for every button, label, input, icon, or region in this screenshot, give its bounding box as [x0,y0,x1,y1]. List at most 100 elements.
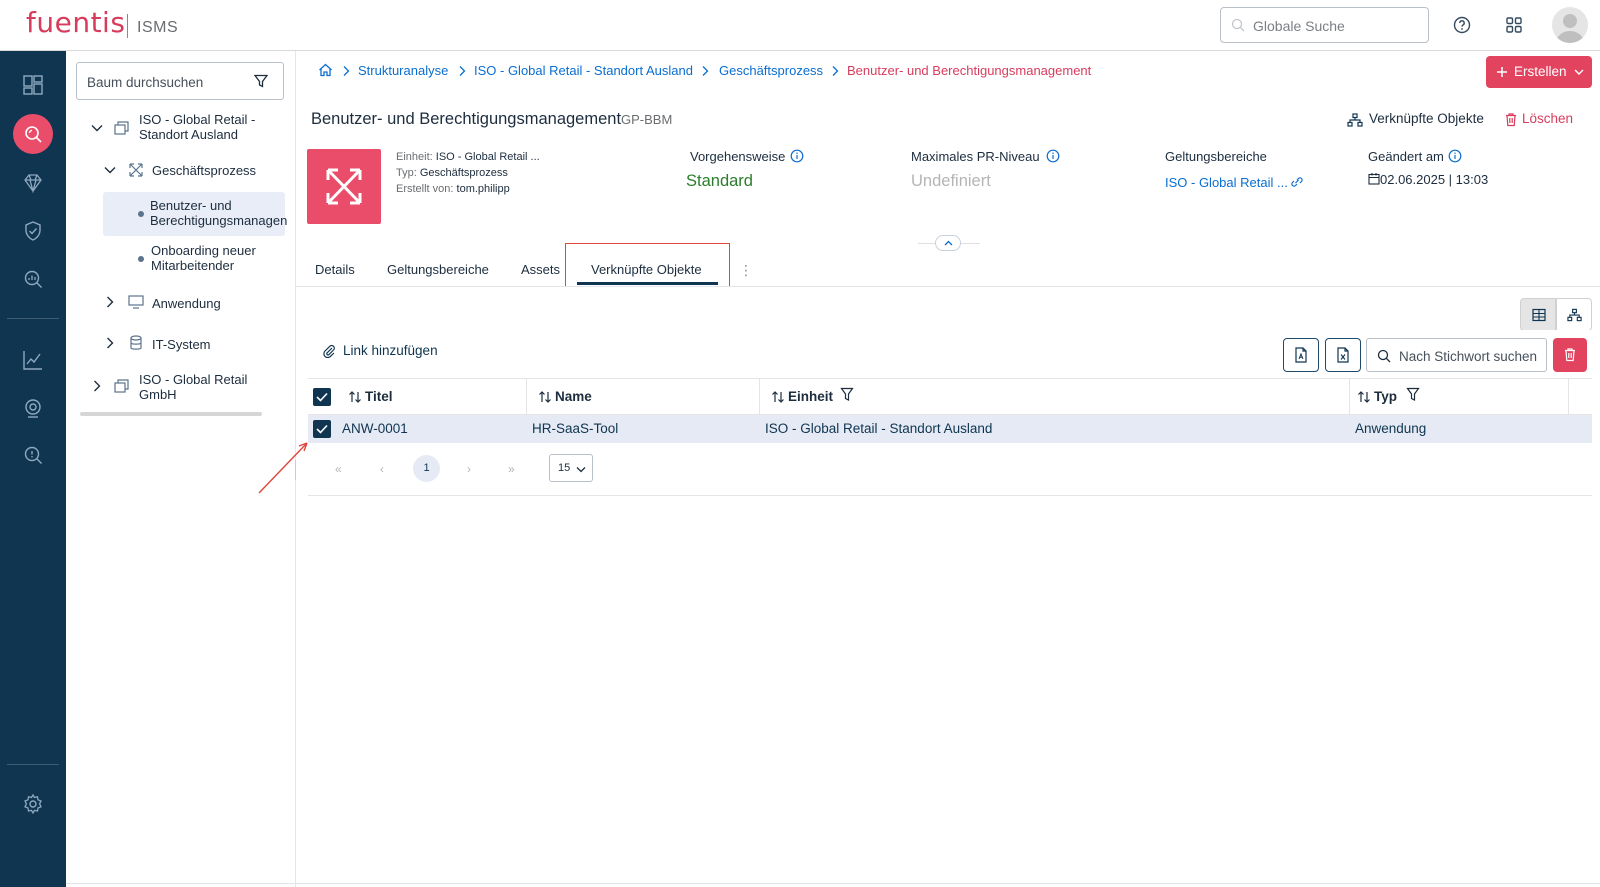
cell-name[interactable]: HR-SaaS-Tool [532,421,618,436]
filter-icon[interactable] [840,387,854,402]
column-header-name[interactable]: Name [555,389,592,404]
dashboard-icon[interactable] [21,73,45,97]
tree-search-input[interactable] [87,72,247,92]
tab-details[interactable]: Details [315,262,355,277]
chevron-right-icon[interactable] [90,379,104,393]
chevron-right-icon [832,66,839,76]
link-icon [1291,177,1303,187]
linked-objects-button[interactable]: Verknüpfte Objekte [1369,111,1484,126]
delete-selected-button[interactable] [1553,338,1587,372]
pagination-last[interactable]: » [508,462,515,476]
info-icon[interactable] [1448,149,1462,163]
pagination-prev[interactable]: ‹ [380,462,384,476]
pagination-first[interactable]: « [335,462,342,476]
diamond-icon[interactable] [21,171,45,195]
pr-level-value: Undefiniert [911,172,991,190]
tree-node-iso-gmbh[interactable]: ISO - Global Retail GmbH [139,372,247,402]
tree-node-onboarding[interactable]: Onboarding neuer Mitarbeitender [151,243,256,273]
column-separator [526,378,527,415]
help-icon[interactable] [1452,15,1472,35]
column-header-einheit[interactable]: Einheit [788,389,833,404]
pagination-current-page[interactable]: 1 [413,455,440,482]
page-size-select[interactable]: 15 [549,454,593,482]
tab-geltungsbereiche[interactable]: Geltungsbereiche [387,262,489,277]
delete-button[interactable]: Löschen [1522,111,1573,126]
collapse-header-button[interactable] [935,235,961,251]
info-icon[interactable] [790,149,804,163]
filter-icon[interactable] [1406,387,1420,402]
export-pdf-button[interactable] [1283,338,1319,372]
apps-grid-icon[interactable] [1504,15,1524,35]
organization-unit-icon [114,121,129,135]
chevron-down-icon[interactable] [90,121,104,135]
row-checkbox[interactable] [313,420,331,438]
tree-node-anwendung[interactable]: Anwendung [152,296,221,311]
breadcrumb-iso-ausland[interactable]: ISO - Global Retail - Standort Ausland [474,63,693,78]
chart-line-icon[interactable] [21,348,45,372]
settings-icon[interactable] [21,792,45,816]
pagination-next[interactable]: › [467,462,471,476]
target-icon[interactable] [21,396,45,420]
home-icon[interactable] [318,63,333,77]
tree-horizontal-scrollbar[interactable] [80,412,262,416]
page-size-value: 15 [558,462,571,474]
export-excel-button[interactable] [1325,338,1361,372]
sort-icon[interactable] [1357,390,1371,404]
product-name: ISMS [137,19,179,36]
keyword-search-input[interactable] [1399,346,1544,366]
sort-icon[interactable] [538,390,552,404]
checkmark-icon [316,392,328,402]
chevron-down-icon [1574,69,1584,75]
breadcrumb-strukturanalyse[interactable]: Strukturanalyse [358,63,448,78]
table-view-toggle[interactable] [1520,298,1556,331]
scope-link[interactable]: ISO - Global Retail ... [1165,175,1288,190]
changed-value: 02.06.2025 | 13:03 [1380,172,1489,187]
column-separator [1568,378,1569,415]
search-scan-icon[interactable] [21,122,45,146]
brand-logo[interactable]: fuentis [26,6,125,39]
breadcrumb-geschaeftsprozess[interactable]: Geschäftsprozess [719,63,823,78]
tree-node-geschaeftsprozess[interactable]: Geschäftsprozess [152,163,256,178]
chevron-right-icon[interactable] [103,295,117,309]
tree-node-it-system[interactable]: IT-System [152,337,211,352]
meta-unit: Einheit: ISO - Global Retail ... [396,151,540,163]
info-icon[interactable] [1046,149,1060,163]
global-search[interactable] [1220,7,1429,43]
approach-value: Standard [686,172,753,190]
meta-created-by: Erstellt von: tom.philipp [396,183,510,195]
approach-label: Vorgehensweise [690,149,786,164]
checkmark-icon [316,424,328,434]
shield-check-icon[interactable] [21,219,45,243]
link-add-button[interactable]: Link hinzufügen [343,343,438,358]
chevron-right-icon [343,66,350,76]
cell-einheit[interactable]: ISO - Global Retail - Standort Ausland [765,421,992,436]
keyword-search[interactable] [1366,338,1547,372]
sort-icon[interactable] [771,390,785,404]
graph-view-toggle[interactable] [1556,298,1592,331]
search-chart-icon[interactable] [21,267,45,291]
user-icon [1556,14,1584,43]
create-button-label: Erstellen [1514,64,1567,79]
create-button[interactable]: Erstellen [1486,56,1592,88]
filter-icon[interactable] [253,73,269,89]
cell-typ: Anwendung [1355,421,1427,436]
user-avatar[interactable] [1552,7,1588,43]
tree-node-benutzer-berechtigung[interactable]: Benutzer- und Berechtigungsmanagen [150,198,287,228]
tab-assets[interactable]: Assets [521,262,560,277]
calendar-icon [1368,173,1380,185]
sort-icon[interactable] [348,390,362,404]
search-alert-icon[interactable] [21,443,45,467]
global-search-input[interactable] [1253,16,1423,36]
table-icon [1532,308,1546,322]
chevron-right-icon[interactable] [103,336,117,350]
more-tabs-icon[interactable]: ⋮ [739,262,753,279]
column-header-typ[interactable]: Typ [1374,389,1397,404]
column-header-titel[interactable]: Titel [365,389,393,404]
tree-search[interactable] [76,62,284,100]
cell-titel[interactable]: ANW-0001 [342,421,408,436]
chevron-down-icon[interactable] [103,163,117,177]
trash-icon [1506,113,1516,127]
select-all-checkbox[interactable] [313,388,331,406]
logo-divider [127,14,128,38]
tree-node-iso-ausland[interactable]: ISO - Global Retail - Standort Ausland [139,112,255,142]
